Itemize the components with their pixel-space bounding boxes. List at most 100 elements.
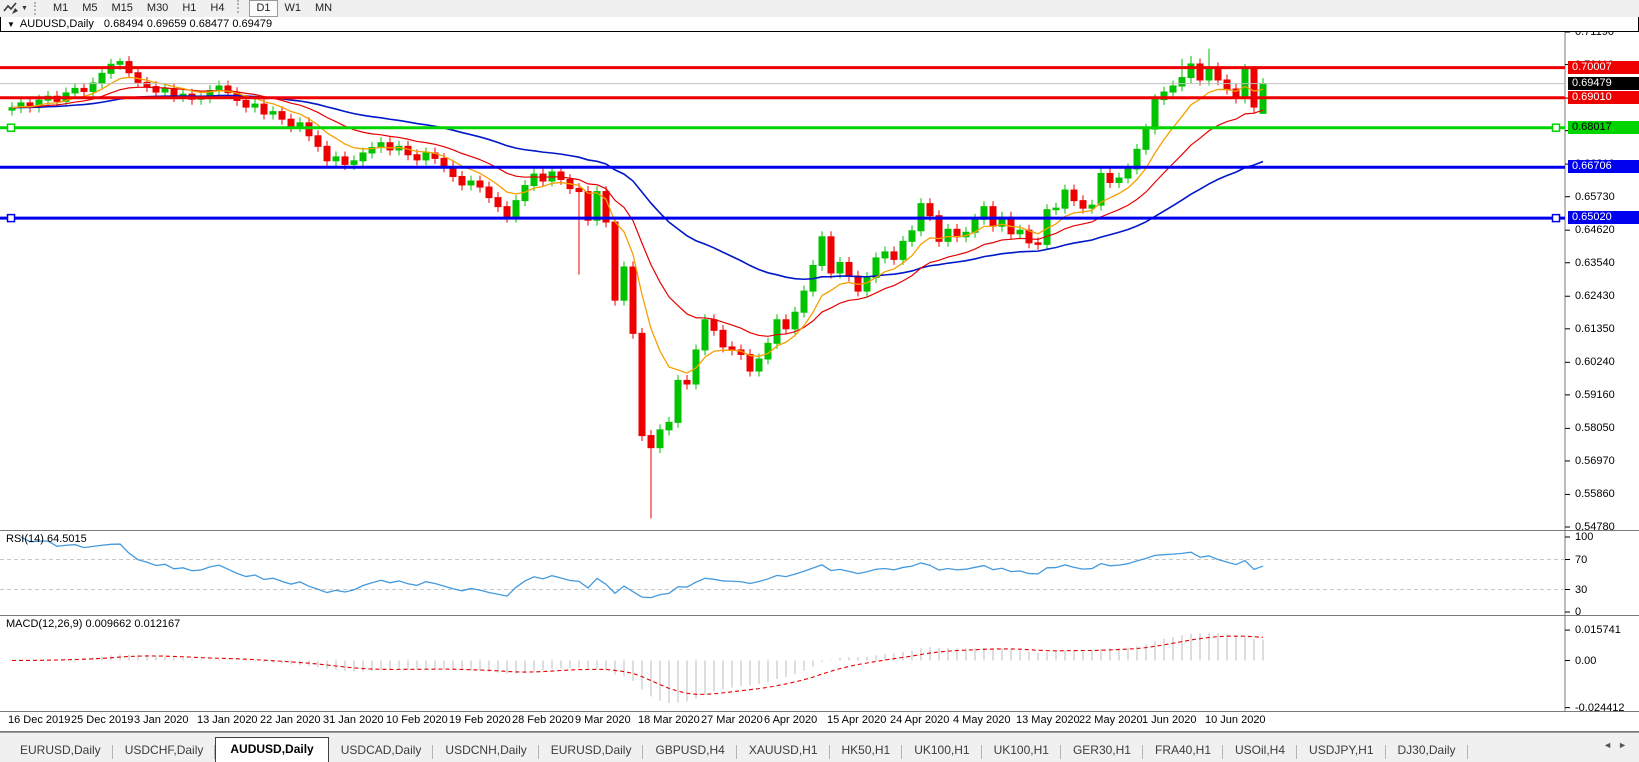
collapse-chart-icon[interactable]: ▼ [7,20,15,29]
rsi-panel [0,560,1565,590]
candle-body [351,161,357,165]
timeframe-button-M30[interactable]: M30 [140,0,175,17]
timeframe-button-MN[interactable]: MN [308,0,339,17]
candles-layer [9,49,1266,519]
candle-body [990,207,996,227]
candle-body [828,237,834,273]
candle-body [954,229,960,237]
level-lines-layer[interactable] [0,68,1565,222]
tab-GBPUSD-H4[interactable]: GBPUSD,H4 [643,740,736,762]
price-tick-label: 0.56970 [1575,455,1639,467]
tab-USDJPY-H1[interactable]: USDJPY,H1 [1297,740,1385,762]
date-label: 27 Mar 2020 [701,714,763,726]
candle-body [261,104,267,114]
price-line-label-0.66706: 0.66706 [1568,160,1639,173]
timeframe-button-M1[interactable]: M1 [46,0,75,17]
candle-body [819,237,825,266]
candle-body [1206,68,1212,80]
indicator-tick-label: 0.00 [1575,655,1639,667]
candle-body [846,262,852,276]
candle-body [576,189,582,192]
candle-body [117,62,123,65]
candle-body [1179,78,1185,86]
candle-body [873,258,879,278]
timeframe-button-H4[interactable]: H4 [203,0,231,17]
candle-body [387,143,393,150]
candle-body [1251,69,1257,107]
chart-svg[interactable] [0,17,1639,732]
candle-body [774,320,780,344]
candle-body [414,155,420,160]
candle-body [1188,64,1194,78]
tab-USOil-H4[interactable]: USOil,H4 [1223,740,1297,762]
date-label: 28 Feb 2020 [512,714,574,726]
tab-XAUUSD-H1[interactable]: XAUUSD,H1 [737,740,830,762]
indicator-tick-label: 30 [1575,584,1639,596]
date-label: 6 Apr 2020 [764,714,817,726]
date-label: 4 May 2020 [953,714,1010,726]
date-label: 13 Jan 2020 [197,714,258,726]
tab-AUDUSD-Daily[interactable]: AUDUSD,Daily [215,737,328,762]
candle-body [324,146,330,160]
candle-body [504,207,510,218]
chart-mode-dropdown-icon[interactable]: ▼ [21,5,28,12]
tab-scroll-right-icon[interactable]: ► [1618,740,1633,750]
chart-ohlc-values: 0.68494 0.69659 0.68477 0.69479 [104,18,272,30]
tab-FRA40-H1[interactable]: FRA40,H1 [1143,740,1223,762]
price-tick-label: 0.59160 [1575,389,1639,401]
candle-body [729,347,735,350]
tab-DJ30-Daily[interactable]: DJ30,Daily [1386,740,1468,762]
timeframe-button-M15[interactable]: M15 [105,0,140,17]
price-tick-label: 0.65730 [1575,191,1639,203]
tab-EURUSD-Daily[interactable]: EURUSD,Daily [8,740,113,762]
candle-body [333,157,339,161]
tab-USDCAD-Daily[interactable]: USDCAD,Daily [329,740,434,762]
candle-body [594,192,600,221]
tab-USDCHF-Daily[interactable]: USDCHF,Daily [113,740,216,762]
tab-UK100-H1[interactable]: UK100,H1 [902,740,981,762]
tab-USDCNH-Daily[interactable]: USDCNH,Daily [433,740,538,762]
candle-body [630,267,636,333]
candle-body [837,262,843,273]
macd-label: MACD(12,26,9) 0.009662 0.012167 [6,618,180,630]
chart-cursor-icon[interactable] [3,2,19,15]
price-tick-label: 0.62430 [1575,290,1639,302]
tab-HK50-H1[interactable]: HK50,H1 [830,740,903,762]
timeframe-button-M5[interactable]: M5 [75,0,104,17]
indicator-tick-label: 100 [1575,531,1639,543]
date-label: 9 Mar 2020 [575,714,631,726]
chart-symbol-label: AUDUSD,Daily [20,18,94,30]
candle-body [81,88,87,91]
rsi-label: RSI(14) 64.5015 [6,533,87,545]
candle-body [531,174,537,185]
tab-scroll-left-icon[interactable]: ◄ [1603,740,1618,750]
ma-medium-line [12,87,1263,336]
candle-body [1224,80,1230,89]
chart-tab-bar: EURUSD,DailyUSDCHF,DailyAUDUSD,DailyUSDC… [0,732,1639,762]
date-label: 22 Jan 2020 [260,714,321,726]
date-label: 15 Apr 2020 [827,714,886,726]
candle-body [468,181,474,185]
date-label: 10 Jun 2020 [1205,714,1266,726]
timeframe-button-W1[interactable]: W1 [278,0,309,17]
price-line-label-0.70007: 0.70007 [1568,61,1639,74]
tab-UK100-H1[interactable]: UK100,H1 [982,740,1061,762]
candle-body [1152,100,1158,130]
tab-EURUSD-Daily[interactable]: EURUSD,Daily [539,740,644,762]
date-label: 22 May 2020 [1079,714,1143,726]
candle-body [756,359,762,371]
price-tick-label: 0.61350 [1575,323,1639,335]
candle-body [423,153,429,160]
timeframe-button-H1[interactable]: H1 [175,0,203,17]
candle-body [648,436,654,448]
candle-body [1107,173,1113,182]
candle-body [657,430,663,448]
timeframe-button-D1[interactable]: D1 [249,0,277,17]
candle-body [486,187,492,198]
candle-body [279,112,285,120]
macd-signal-line [12,636,1263,694]
top-toolbar: ▼ M1M5M15M30H1H4 D1W1MN [0,0,1639,18]
tab-GER30-H1[interactable]: GER30,H1 [1061,740,1143,762]
candle-body [459,176,465,184]
indicator-tick-label: -0.024412 [1575,702,1639,714]
